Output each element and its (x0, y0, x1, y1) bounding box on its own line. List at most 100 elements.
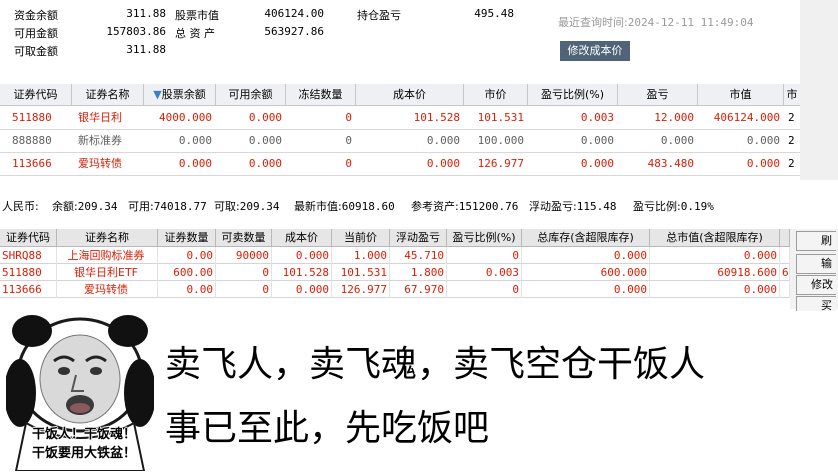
stock-value-value: 406124.00 (264, 7, 324, 20)
rmb-pl-ratio-value: 0.19% (680, 200, 714, 213)
total-assets-value: 563927.86 (264, 25, 324, 38)
cell-mkt: 2 (788, 111, 795, 124)
cell-value: 0.000 (650, 281, 780, 298)
available-funds-label: 可用金额 (14, 27, 58, 40)
cell-cost: 101.528 (272, 264, 332, 281)
lower-col-header-stock[interactable]: 总库存(含超限库存) (522, 229, 650, 247)
rmb-pl-ratio-label: 盈亏比例: (633, 200, 681, 213)
modify-cost-button[interactable]: 修改成本价 (560, 41, 630, 61)
cell-stock: 600.000 (522, 264, 650, 281)
cell-pl-ratio: 0.003 (447, 264, 522, 281)
lower-col-header-qty[interactable]: 证券数量 (158, 229, 216, 247)
lower-col-header-price[interactable]: 当前价 (332, 229, 390, 247)
rmb-withdrawable-label: 可取: (214, 200, 240, 213)
cell-code: 888880 (12, 134, 52, 147)
cell-code: 113666 (12, 157, 52, 170)
col-header-value[interactable]: 市值 (698, 84, 784, 106)
col-header-code[interactable]: 证券代码 (0, 84, 72, 106)
col-header-pl-ratio[interactable]: 盈亏比例(%) (528, 84, 618, 106)
lower-col-header-name[interactable]: 证券名称 (57, 229, 158, 247)
rmb-balance: 余额:209.34 (52, 198, 117, 214)
rmb-floating-pl: 浮动盈亏:115.48 (529, 198, 616, 214)
refresh-button[interactable]: 刷 (796, 231, 836, 251)
output-button[interactable]: 输 (796, 254, 836, 274)
action-button-panel: 刷 输 修改 买 (790, 229, 838, 316)
cell-price: 100.000 (477, 134, 524, 147)
right-scroll-strip (800, 0, 838, 180)
cell-available: 0.000 (248, 111, 282, 124)
rmb-latest-value: 最新市值:60918.60 (294, 198, 395, 214)
table-row[interactable]: 888880 新标准券 0.000 0.000 0 0.000 100.000 0.000 0.… (0, 130, 800, 153)
col-header-frozen[interactable]: 冻结数量 (286, 84, 356, 106)
withdrawable-label: 可取金额 (14, 45, 58, 58)
cell-mkt: 2 (788, 134, 795, 147)
meme-caption-bottom: 干饭要用大铁盆！ (31, 446, 136, 461)
cell-sellable: 0 (216, 264, 272, 281)
col-header-market[interactable]: 市 (784, 84, 800, 106)
rmb-available-label: 可用: (128, 200, 154, 213)
cell-frozen: 0 (345, 111, 352, 124)
rmb-summary-bar: 人民币: 余额:209.34 可用:74018.77 可取:209.34 最新市… (0, 198, 838, 214)
lower-col-header-value[interactable]: 总市值(含超限库存) (650, 229, 780, 247)
table-row[interactable]: 511880 银华日利ETF 600.00 0 101.528 101.531 1.800 0… (0, 264, 790, 281)
cell-pl: 12.000 (654, 111, 694, 124)
cell-pl-ratio: 0 (447, 247, 522, 264)
cell-value: 60918.600 (650, 264, 780, 281)
cell-name: 新标准券 (78, 134, 122, 147)
last-query-time-label: 最近查询时间: (558, 16, 628, 29)
rmb-ref-assets-value: 151200.76 (458, 200, 519, 213)
last-query-time: 最近查询时间:2024-12-11 11:49:04 (558, 14, 754, 30)
col-header-pl[interactable]: 盈亏 (618, 84, 698, 106)
cell-price: 1.000 (332, 247, 390, 264)
cell-name: 爱玛转债 (57, 281, 158, 298)
rmb-withdrawable: 可取:209.34 (214, 198, 279, 214)
lower-col-header-extra[interactable] (780, 229, 790, 247)
cell-name: 银华日利 (78, 111, 122, 124)
cell-qty: 0.00 (158, 281, 216, 298)
cell-name: 上海回购标准券 (57, 247, 158, 264)
rmb-ref-assets-label: 参考资产: (411, 200, 459, 213)
cell-pl-ratio: 0.000 (580, 157, 614, 170)
cell-price: 126.977 (477, 157, 524, 170)
cell-pl-ratio: 0 (447, 281, 522, 298)
cell-value: 0.000 (650, 247, 780, 264)
withdrawable-value: 311.88 (126, 43, 166, 56)
cell-frozen: 0 (345, 134, 352, 147)
lower-col-header-code[interactable]: 证券代码 (0, 229, 57, 247)
lower-col-header-sellable[interactable]: 可卖数量 (216, 229, 272, 247)
lower-col-header-float-pl[interactable]: 浮动盈亏 (390, 229, 447, 247)
cell-frozen: 0 (345, 157, 352, 170)
col-header-cost[interactable]: 成本价 (356, 84, 464, 106)
rmb-balance-label: 余额: (52, 200, 78, 213)
col-header-name[interactable]: 证券名称 (72, 84, 144, 106)
cell-cost: 101.528 (413, 111, 460, 124)
lower-col-header-pl-ratio[interactable]: 盈亏比例(%) (447, 229, 522, 247)
col-header-stock-balance[interactable]: ▼股票余额 (144, 84, 216, 106)
col-header-price[interactable]: 市价 (464, 84, 528, 106)
meme-panel: 干饭人！干饭魂！ 干饭要用大铁盆！ 卖飞人，卖飞魂，卖飞空仓干饭人 事已至此，先… (0, 311, 838, 474)
table-row[interactable]: 113666 爱玛转债 0.00 0 0.000 126.977 67.970 0 0.000 0… (0, 281, 790, 298)
rmb-floating-pl-label: 浮动盈亏: (529, 200, 577, 213)
account-summary-panel: 资金余额 311.88 可用金额 157803.86 可取金额 311.88 股… (0, 0, 800, 84)
position-pl-value: 495.48 (474, 7, 514, 20)
table-row[interactable]: SHRQ88 上海回购标准券 0.00 90000 0.000 1.000 45.710 0 0… (0, 247, 790, 264)
rmb-pl-ratio: 盈亏比例:0.19% (633, 198, 714, 214)
cell-float-pl: 67.970 (390, 281, 447, 298)
cell-pl: 483.480 (647, 157, 694, 170)
fund-balance-label: 资金余额 (14, 9, 58, 22)
cell-balance: 0.000 (178, 134, 212, 147)
cell-name: 爱玛转债 (78, 157, 122, 170)
modify-button[interactable]: 修改 (796, 275, 836, 295)
cell-value: 0.000 (746, 134, 780, 147)
rmb-available-value: 74018.77 (153, 200, 207, 213)
col-header-available[interactable]: 可用余额 (216, 84, 286, 106)
cell-name: 银华日利ETF (57, 264, 158, 281)
lower-col-header-cost[interactable]: 成本价 (272, 229, 332, 247)
table-row[interactable]: 511880 银华日利 4000.000 0.000 0 101.528 101.531 0.… (0, 107, 800, 130)
cell-sellable: 90000 (216, 247, 272, 264)
table-row[interactable]: 113666 爱玛转债 0.000 0.000 0 0.000 126.977 0.000 48… (0, 153, 800, 176)
cell-pl-ratio: 0.000 (580, 134, 614, 147)
cell-code: SHRQ88 (0, 247, 57, 264)
total-assets-label: 总 资 产 (175, 27, 215, 40)
position-pl-label: 持仓盈亏 (357, 9, 401, 22)
